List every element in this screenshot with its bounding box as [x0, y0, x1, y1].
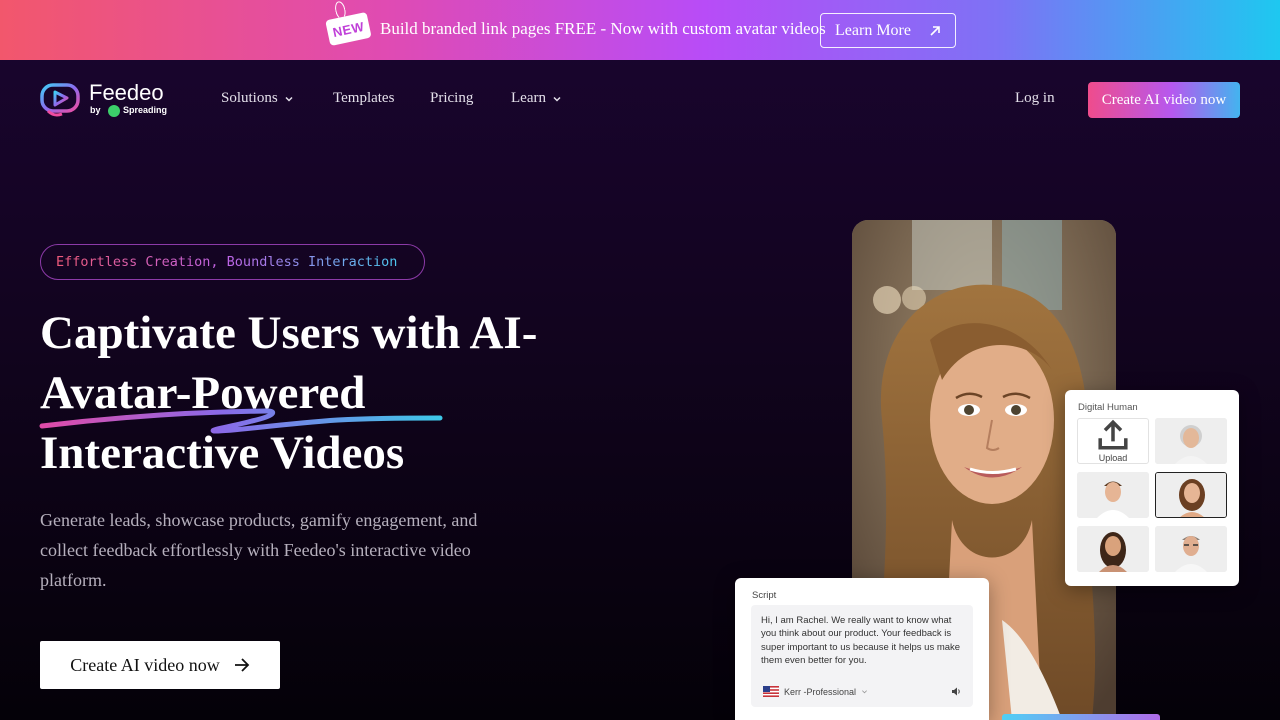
promo-banner: NEW Build branded link pages FREE - Now …: [0, 0, 1280, 60]
digital-human-title: Digital Human: [1078, 402, 1138, 413]
decorative-glow-bar: [1002, 714, 1160, 720]
nav-solutions[interactable]: Solutions: [221, 90, 294, 107]
avatar-option-young-man[interactable]: [1077, 472, 1149, 518]
nav-learn[interactable]: Learn: [511, 90, 562, 107]
speaker-icon[interactable]: [951, 687, 961, 696]
upload-icon: [1098, 419, 1128, 450]
avatar-option-older-woman[interactable]: [1155, 418, 1227, 464]
nav-templates-label: Templates: [333, 90, 395, 106]
voice-name: Kerr -Professional: [784, 686, 857, 697]
create-video-button-hero[interactable]: Create AI video now: [40, 641, 280, 689]
nav-learn-label: Learn: [511, 90, 546, 106]
tagline-text: Effortless Creation, Boundless Interacti…: [56, 254, 398, 270]
play-logo-icon: [40, 83, 80, 117]
create-video-button-header[interactable]: Create AI video now: [1088, 82, 1240, 118]
digital-human-card: Digital Human Upload: [1065, 390, 1239, 586]
script-textarea[interactable]: Hi, I am Rachel. We really want to know …: [751, 605, 973, 707]
tagline-pill: Effortless Creation, Boundless Interacti…: [40, 244, 425, 280]
brand-parent: Spreading: [123, 105, 168, 115]
upload-label: Upload: [1098, 453, 1128, 463]
voice-selector[interactable]: Kerr -Professional: [763, 686, 868, 697]
banner-text: Build branded link pages FREE - Now with…: [380, 19, 826, 38]
new-tag-icon: NEW: [324, 0, 372, 48]
nav-pricing[interactable]: Pricing: [430, 90, 473, 107]
underline-squiggle-icon: [39, 408, 443, 434]
hero-headline: Captivate Users with AI- Avatar-Powered …: [40, 303, 600, 483]
login-link[interactable]: Log in: [1015, 90, 1055, 107]
spreading-logo-icon: [108, 105, 120, 117]
feedeo-logo[interactable]: Feedeo by Spreading: [40, 80, 180, 120]
script-text: Hi, I am Rachel. We really want to know …: [761, 615, 961, 666]
chevron-down-icon: [862, 690, 868, 694]
brand-by: by: [90, 105, 101, 115]
avatar-option-rachel-selected[interactable]: [1155, 472, 1227, 518]
brand-name: Feedeo: [89, 80, 164, 105]
script-label: Script: [752, 590, 777, 601]
headline-line-1: Captivate Users with AI-: [40, 307, 538, 359]
new-tag-label: NEW: [325, 11, 372, 47]
arrow-up-right-icon: [930, 25, 940, 36]
avatar-option-glasses-man[interactable]: [1155, 526, 1227, 572]
upload-avatar-button[interactable]: Upload: [1077, 418, 1149, 464]
us-flag-icon: [763, 686, 779, 697]
learn-more-label: Learn More: [835, 21, 911, 39]
avatar-option-dark-hair-woman[interactable]: [1077, 526, 1149, 572]
hero-subtext: Generate leads, showcase products, gamif…: [40, 510, 478, 590]
nav-templates[interactable]: Templates: [333, 90, 394, 107]
chevron-down-icon: [553, 96, 561, 102]
arrow-right-icon: [234, 658, 250, 672]
nav-pricing-label: Pricing: [430, 90, 474, 106]
learn-more-button[interactable]: Learn More: [820, 13, 956, 48]
create-video-label: Create AI video now: [70, 654, 220, 675]
chevron-down-icon: [285, 96, 293, 102]
script-card: Script Hi, I am Rachel. We really want t…: [735, 578, 989, 720]
nav-solutions-label: Solutions: [221, 90, 278, 106]
